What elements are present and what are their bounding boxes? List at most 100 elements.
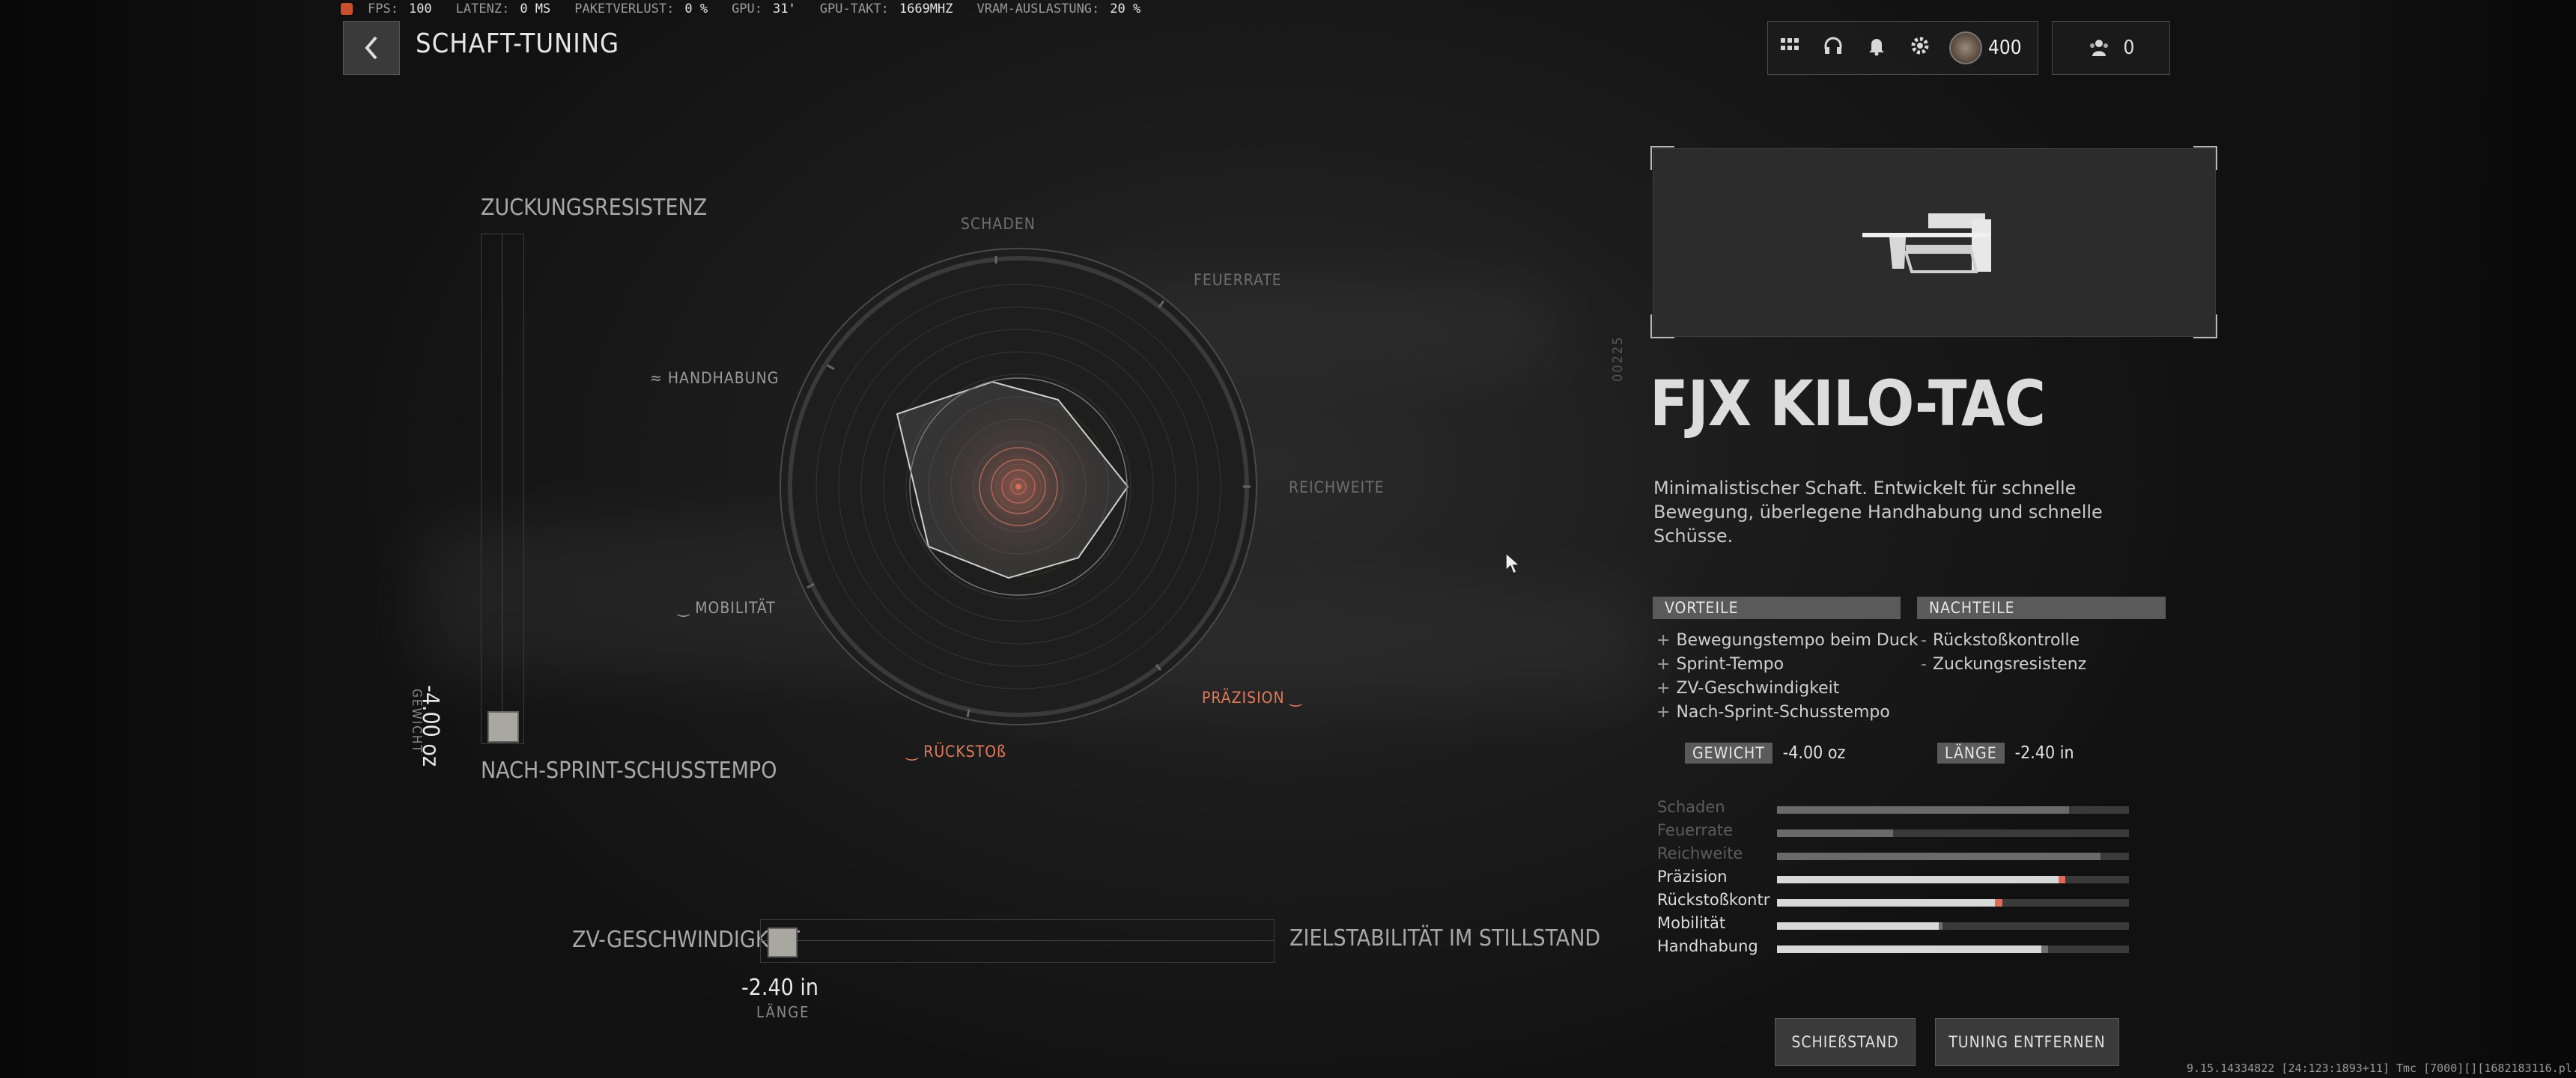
- pro-item: + Bewegungstempo beim Duck: [1656, 631, 1919, 650]
- attachment-preview: [1653, 148, 2216, 337]
- vertical-tuning-slider[interactable]: [481, 234, 524, 744]
- friends-button[interactable]: 0: [2052, 21, 2170, 75]
- perf-label: GPU:: [732, 1, 763, 16]
- stat-fill: [1777, 899, 1996, 907]
- vslider-sub-label: GEWICHT: [409, 689, 424, 754]
- radar-label-schaden: SCHADEN: [961, 215, 1036, 233]
- preview-corner: [1650, 314, 1674, 338]
- perf-value: 0 %: [684, 1, 708, 16]
- stat-delta: [2041, 945, 2048, 953]
- stat-delta: [1995, 899, 2002, 907]
- performance-overlay: FPS: 100 LATENZ: 0 MS PAKETVERLUST: 0 % GPU…: [341, 0, 1164, 18]
- perf-value: 1669MHZ: [899, 1, 953, 16]
- perf-label: FPS:: [368, 1, 398, 16]
- horizontal-tuning-slider[interactable]: [760, 919, 1275, 963]
- vslider-bottom-label: NACH-SPRINT-SCHUSSTEMPO: [481, 758, 777, 784]
- stat-fill: [1777, 853, 2101, 860]
- length-tag: LÄNGE: [1937, 743, 2005, 764]
- stat-bar: [1777, 876, 2129, 883]
- currency-count: 400: [1988, 37, 2022, 59]
- weapon-description: Minimalistischer Schaft. Entwickelt für …: [1653, 478, 2103, 546]
- cons-header: NACHTEILE: [1917, 597, 2166, 619]
- headset-icon[interactable]: [1811, 35, 1855, 61]
- radar-chart: [780, 248, 1257, 725]
- length-value: -2.40 in: [2014, 743, 2074, 763]
- pro-item: + ZV-Geschwindigkeit: [1656, 679, 1840, 698]
- preview-corner: [2193, 146, 2217, 170]
- stat-bar: [1777, 922, 2129, 930]
- remove-tuning-button[interactable]: TUNING ENTFERNEN: [1935, 1018, 2119, 1066]
- mouse-cursor-icon: [1505, 552, 1520, 575]
- perf-value: 20 %: [1110, 1, 1141, 16]
- stat-bar: [1777, 829, 2129, 837]
- stat-bar: [1777, 853, 2129, 860]
- shooting-range-button[interactable]: SCHIEßSTAND: [1775, 1018, 1916, 1066]
- perf-label: LATENZ:: [455, 1, 510, 16]
- stat-fill: [1777, 829, 1894, 837]
- stat-label: Handhabung: [1657, 937, 1758, 955]
- perf-label: PAKETVERLUST:: [574, 1, 675, 16]
- grid-menu-icon[interactable]: [1768, 35, 1811, 61]
- perf-value: 0 MS: [520, 1, 551, 16]
- pro-item: + Sprint-Tempo: [1656, 655, 1784, 674]
- chevron-left-icon: [365, 36, 377, 60]
- gear-icon[interactable]: [1898, 35, 1942, 61]
- stat-fill: [1777, 806, 2070, 814]
- stat-label: Reichweite: [1657, 844, 1743, 862]
- overlay-logo-icon: [341, 3, 353, 15]
- top-menu-bar: 400: [1767, 21, 2038, 75]
- con-item: - Zuckungsresistenz: [1921, 655, 2087, 674]
- friends-count: 0: [2123, 37, 2135, 59]
- con-item: - Rückstoßkontrolle: [1921, 631, 2080, 650]
- weapon-name: FJX KILO-TAC: [1650, 367, 2046, 440]
- stat-bar: [1777, 899, 2129, 907]
- stat-bar: [1777, 945, 2129, 953]
- hslider-right-label: ZIELSTABILITÄT IM STILLSTAND: [1289, 925, 1601, 951]
- bell-icon[interactable]: [1855, 35, 1898, 61]
- weight-value: -4.00 oz: [1782, 743, 1846, 763]
- stat-label: Rückstoßkontr: [1657, 891, 1770, 909]
- stat-fill: [1777, 876, 2059, 883]
- stat-fill: [1777, 945, 2041, 953]
- stat-bar: [1777, 806, 2129, 814]
- stat-label: Feuerrate: [1657, 821, 1734, 839]
- stock-attachment-icon: [1862, 213, 1991, 273]
- vertical-slider-handle[interactable]: [487, 711, 519, 743]
- perf-label: GPU-TAKT:: [819, 1, 889, 16]
- radar-label-feuerrate: FEUERRATE: [1194, 271, 1282, 289]
- weapon-serial: 00225: [1610, 335, 1626, 382]
- stat-label: Präzision: [1657, 868, 1728, 886]
- weight-tag: GEWICHT: [1685, 743, 1772, 764]
- back-button[interactable]: [343, 21, 400, 75]
- radar-label-handhabung: ≈ HANDHABUNG: [650, 369, 780, 387]
- stat-delta: [1939, 922, 1942, 930]
- friends-icon: [2089, 40, 2108, 56]
- stat-delta: [2059, 876, 2066, 883]
- hslider-sub-label: LÄNGE: [756, 1003, 810, 1021]
- hslider-value: -2.40 in: [741, 975, 818, 1001]
- vslider-top-label: ZUCKUNGSRESISTENZ: [481, 195, 708, 221]
- pro-item: + Nach-Sprint-Schusstempo: [1656, 703, 1890, 722]
- length-meta: LÄNGE -2.40 in: [1937, 743, 2074, 764]
- cons-list: - Rückstoßkontrolle - Zuckungsresistenz: [1921, 629, 2086, 677]
- avatar[interactable]: [1949, 31, 1982, 64]
- stat-label: Schaden: [1657, 798, 1725, 816]
- build-info: 9.15.14334822 [24:123:1893+11] Tmc [7000…: [2187, 1062, 2576, 1075]
- vignette-left: [0, 0, 315, 1078]
- radar-label-reichweite: REICHWEITE: [1289, 478, 1385, 496]
- radar-label-rueckstoss: ‿ RÜCKSTOß: [906, 743, 1007, 761]
- pros-header: VORTEILE: [1653, 597, 1901, 619]
- horizontal-slider-handle[interactable]: [768, 928, 798, 957]
- preview-corner: [1650, 146, 1674, 170]
- stat-fill: [1777, 922, 1939, 930]
- stat-label: Mobilität: [1657, 914, 1726, 932]
- page-title: SCHAFT-TUNING: [416, 28, 620, 59]
- weight-meta: GEWICHT -4.00 oz: [1685, 743, 1845, 764]
- perf-value: 100: [408, 1, 432, 16]
- perf-label: VRAM-AUSLASTUNG:: [976, 1, 1100, 16]
- vignette-right: [2351, 0, 2576, 1078]
- pros-list: + Bewegungstempo beim Duck + Sprint-Tempo …: [1656, 629, 1919, 725]
- radar-label-praezision: PRÄZISION ‿: [1202, 689, 1302, 707]
- perf-value: 31': [773, 1, 796, 16]
- radar-label-mobilitaet: ‿ MOBILITÄT: [678, 599, 776, 617]
